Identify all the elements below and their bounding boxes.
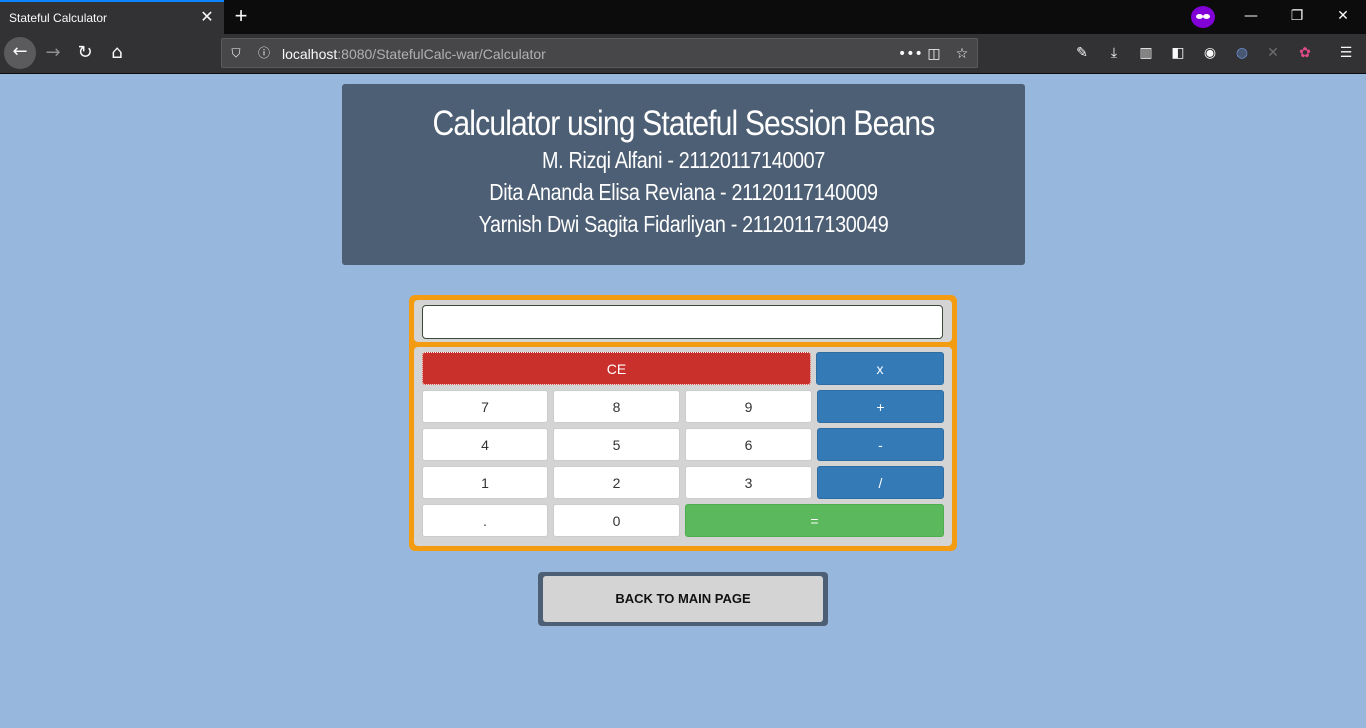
extension-x-icon[interactable]: ✕: [1262, 42, 1284, 64]
member-line-1: M. Rizqi Alfani - 21120117140007: [542, 147, 825, 173]
info-icon[interactable]: ⓘ: [256, 45, 272, 61]
account-icon[interactable]: ◉: [1199, 42, 1221, 64]
tab-stateful-calculator[interactable]: Stateful Calculator ✕: [0, 0, 224, 34]
key-5-button[interactable]: 5: [553, 428, 680, 461]
restore-button[interactable]: ❐: [1282, 5, 1312, 27]
page-actions-icon[interactable]: •••: [898, 44, 923, 64]
url-host: localhost: [282, 46, 338, 62]
key-8-button[interactable]: 8: [553, 390, 680, 423]
navigation-bar: ← → ↻ ⌂ ⛉ ⓘ localhost:8080/StatefulCalc-…: [0, 34, 1366, 74]
decimal-point-button[interactable]: .: [422, 504, 548, 537]
new-tab-button[interactable]: +: [230, 4, 252, 28]
key-6-button[interactable]: 6: [685, 428, 812, 461]
address-bar[interactable]: ⛉ ⓘ localhost:8080/StatefulCalc-war/Calc…: [221, 38, 978, 68]
globe-icon[interactable]: ◍: [1231, 42, 1253, 64]
display-container: [414, 300, 952, 342]
subtract-button[interactable]: -: [817, 428, 944, 461]
equals-button[interactable]: =: [685, 504, 944, 537]
url-path: :8080/StatefulCalc-war/Calculator: [337, 46, 546, 62]
tab-title: Stateful Calculator: [9, 11, 108, 25]
wrench-icon[interactable]: ✎: [1071, 42, 1093, 64]
forward-arrow-icon[interactable]: →: [38, 38, 68, 68]
add-button[interactable]: +: [817, 390, 944, 423]
key-0-button[interactable]: 0: [553, 504, 680, 537]
reload-icon[interactable]: ↻: [70, 38, 100, 68]
library-icon[interactable]: ▥: [1135, 42, 1157, 64]
pocket-icon[interactable]: ◫: [924, 44, 944, 64]
tab-close-icon[interactable]: ✕: [198, 8, 216, 26]
back-arrow-icon[interactable]: ←: [4, 37, 36, 69]
key-3-button[interactable]: 3: [685, 466, 812, 499]
page-header: Calculator using Stateful Session Beans …: [342, 84, 1025, 265]
key-2-button[interactable]: 2: [553, 466, 680, 499]
multiply-button[interactable]: x: [816, 352, 944, 385]
close-window-button[interactable]: ✕: [1328, 5, 1358, 27]
back-to-main-button[interactable]: BACK TO MAIN PAGE: [543, 576, 823, 622]
back-to-main-container: BACK TO MAIN PAGE: [538, 572, 828, 626]
home-icon[interactable]: ⌂: [102, 38, 132, 68]
tab-bar: Stateful Calculator ✕ + — ❐ ✕: [0, 0, 1366, 34]
key-7-button[interactable]: 7: [422, 390, 548, 423]
bookmark-star-icon[interactable]: ☆: [952, 44, 972, 64]
private-browsing-icon: [1191, 6, 1215, 28]
url-text[interactable]: localhost:8080/StatefulCalc-war/Calculat…: [282, 46, 546, 62]
minimize-button[interactable]: —: [1236, 5, 1266, 27]
key-9-button[interactable]: 9: [685, 390, 812, 423]
keypad: CE x 7 8 9 + 4 5 6 - 1 2 3 / . 0 =: [414, 347, 952, 546]
member-line-2: Dita Ananda Elisa Reviana - 211201171400…: [489, 179, 878, 205]
member-line-3: Yarnish Dwi Sagita Fidarliyan - 21120117…: [478, 211, 889, 237]
clear-entry-button[interactable]: CE: [422, 352, 811, 385]
calculator-display[interactable]: [422, 305, 943, 339]
download-icon[interactable]: ⤓: [1103, 42, 1125, 64]
page-title: Calculator using Stateful Session Beans: [432, 104, 936, 143]
calculator-panel: CE x 7 8 9 + 4 5 6 - 1 2 3 / . 0 =: [409, 295, 957, 551]
menu-hamburger-icon[interactable]: ☰: [1335, 42, 1357, 64]
key-1-button[interactable]: 1: [422, 466, 548, 499]
color-wheel-icon[interactable]: ✿: [1294, 42, 1316, 64]
sidebar-icon[interactable]: ◧: [1167, 42, 1189, 64]
shield-icon[interactable]: ⛉: [228, 45, 244, 61]
key-4-button[interactable]: 4: [422, 428, 548, 461]
divide-button[interactable]: /: [817, 466, 944, 499]
